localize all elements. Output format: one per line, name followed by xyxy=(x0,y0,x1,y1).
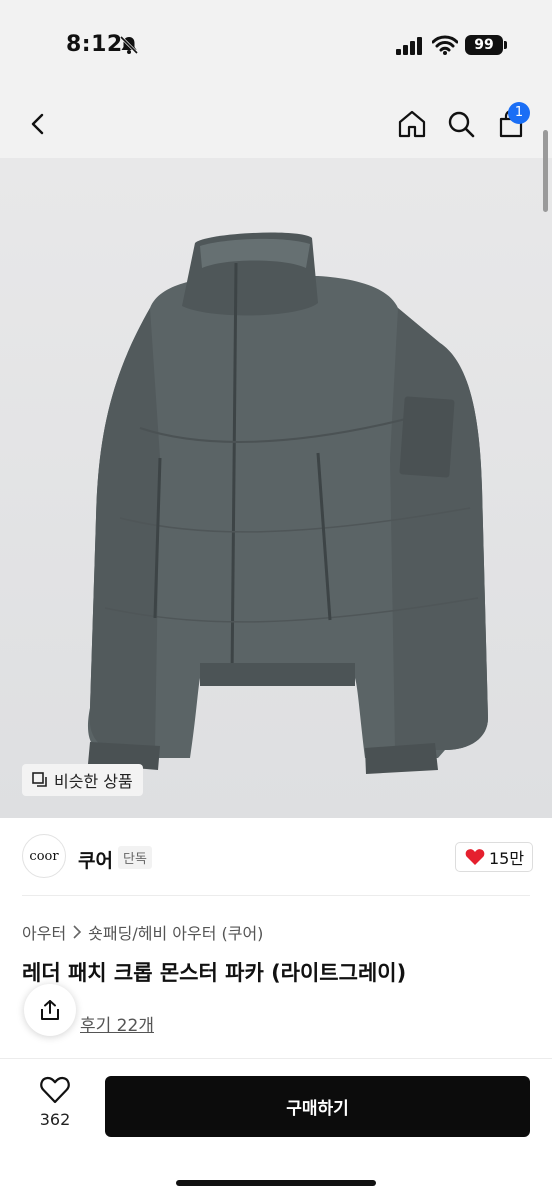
signal-icon xyxy=(396,37,424,59)
breadcrumb-item-category[interactable]: 숏패딩/헤비 아우터 (쿠어) xyxy=(88,920,263,944)
similar-products-button[interactable]: 비슷한 상품 xyxy=(22,764,143,796)
heart-outline-icon xyxy=(40,1076,70,1104)
brand-logo[interactable]: coor xyxy=(22,834,66,878)
breadcrumb-item-outer[interactable]: 아우터 xyxy=(22,920,66,944)
battery-icon: 99 xyxy=(465,35,503,55)
search-icon xyxy=(448,111,475,138)
cart-count-badge: 1 xyxy=(508,102,530,124)
status-time: 8:12 xyxy=(66,32,123,57)
buy-button[interactable]: 구매하기 xyxy=(105,1076,530,1137)
share-icon xyxy=(41,1000,59,1020)
bottom-divider xyxy=(0,1058,552,1059)
home-indicator xyxy=(176,1180,376,1186)
brand-row: coor 쿠어 단독 15만 xyxy=(0,818,552,896)
review-link[interactable]: 후기 22개 xyxy=(80,1011,154,1036)
brand-like-chip[interactable]: 15만 xyxy=(455,842,534,872)
back-button[interactable] xyxy=(18,104,58,144)
home-icon xyxy=(398,110,426,138)
status-bar: 8:12 99 xyxy=(0,0,552,92)
bell-slash-icon xyxy=(118,34,140,60)
wifi-icon xyxy=(431,35,459,59)
battery-tip xyxy=(504,41,507,49)
page-scrollbar[interactable] xyxy=(543,130,548,212)
copy-icon xyxy=(32,772,47,787)
similar-products-label: 비슷한 상품 xyxy=(54,772,133,791)
product-title: 레더 패치 크롭 몬스터 파카 (라이트그레이) xyxy=(22,961,407,985)
jacket-illustration xyxy=(87,232,488,774)
wishlist-count: 362 xyxy=(39,1110,71,1129)
share-button[interactable] xyxy=(24,984,76,1036)
brand-name[interactable]: 쿠어 xyxy=(78,846,113,873)
heart-filled-icon xyxy=(465,849,485,865)
home-button[interactable] xyxy=(392,104,432,144)
brand-like-count: 15만 xyxy=(489,849,525,868)
divider xyxy=(22,895,530,896)
chevron-right-icon xyxy=(73,925,82,939)
product-image[interactable] xyxy=(0,158,552,818)
search-button[interactable] xyxy=(441,104,481,144)
header-nav xyxy=(0,92,552,158)
breadcrumb: 아우터 숏패딩/헤비 아우터 (쿠어) xyxy=(22,920,263,944)
back-icon xyxy=(31,113,44,135)
exclusive-badge: 단독 xyxy=(118,846,152,869)
